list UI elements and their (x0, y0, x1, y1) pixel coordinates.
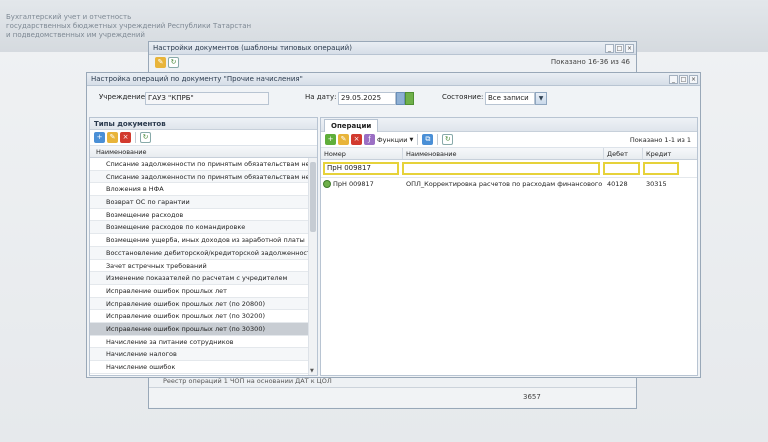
operations-filter-row: ПрН 009817 (321, 160, 697, 178)
number-filter-input[interactable]: ПрН 009817 (323, 162, 399, 175)
list-item[interactable]: Возмещение расходов по командировке (90, 221, 308, 235)
background-window-titlebar: Настройки документов (шаблоны типовых оп… (149, 42, 636, 55)
tab-operations[interactable]: Операции (324, 119, 379, 132)
column-credit[interactable]: Кредит (643, 148, 697, 159)
background-window-title: Настройки документов (шаблоны типовых оп… (153, 44, 352, 52)
doc-types-title: Типы документов (90, 118, 317, 130)
row-credit: 30315 (646, 180, 667, 188)
chevron-down-icon[interactable]: ▼ (535, 92, 547, 105)
list-item[interactable]: Списание задолженности по принятым обяза… (90, 170, 308, 184)
list-item[interactable]: Начисление за питание сотрудников (90, 336, 308, 349)
functions-icon[interactable]: ƒ (364, 134, 375, 145)
toolbar-separator (437, 134, 439, 145)
maximize-button[interactable]: □ (615, 43, 624, 53)
add-icon[interactable]: + (325, 134, 336, 145)
list-item-selected[interactable]: Исправление ошибок прошлых лет (по 30300… (90, 322, 308, 336)
list-item[interactable]: Возврат ОС по гарантии (90, 196, 308, 209)
date-label: На дату: (305, 93, 337, 101)
operations-panel: Операции + ✎ × ƒ Функции ▼ ⧉ ↻ Показано … (320, 117, 698, 376)
state-select[interactable]: Все записи (485, 92, 535, 105)
list-item[interactable]: Исправление ошибок прошлых лет (90, 285, 308, 298)
operations-grid-header: Номер Наименование Дебет Кредит (321, 148, 697, 160)
minimize-button[interactable]: _ (605, 43, 614, 53)
operations-shown-count: Показано 1-1 из 1 (629, 135, 691, 144)
toolbar-separator (417, 134, 419, 145)
background-bottom-bar: 3657 (149, 387, 636, 407)
refresh-icon[interactable]: ↻ (168, 56, 179, 68)
list-item[interactable]: Исправление ошибок прошлых лет (по 20800… (90, 297, 308, 311)
list-item[interactable]: Начисление ошибок (90, 361, 308, 374)
dialog-maximize-button[interactable]: □ (679, 74, 688, 84)
date-field[interactable]: 29.05.2025 (338, 92, 396, 105)
edit-icon[interactable]: ✎ (155, 56, 166, 68)
row-number: ПрН 009817 (333, 180, 374, 188)
background-bottom-value: 3657 (523, 393, 541, 401)
apply-date-icon[interactable] (405, 92, 414, 105)
institution-label: Учреждение: (99, 93, 148, 101)
row-debit: 40128 (607, 180, 628, 188)
edit-icon[interactable]: ✎ (338, 134, 349, 145)
header-line-2: государственных бюджетных учреждений Рес… (6, 22, 252, 30)
debit-filter-input[interactable] (603, 162, 640, 175)
credit-filter-input[interactable] (643, 162, 679, 175)
column-name[interactable]: Наименование (403, 148, 604, 159)
delete-icon[interactable]: × (351, 134, 362, 145)
row-number-cell: ПрН 009817 (321, 178, 403, 190)
table-row[interactable]: ПрН 009817 ОПЛ_Корректировка расчетов по… (321, 178, 697, 190)
edit-icon[interactable]: ✎ (107, 132, 118, 143)
close-button[interactable]: × (625, 43, 634, 53)
list-item[interactable]: Восстановление дебиторской/кредиторской … (90, 246, 308, 260)
dialog-title: Настройка операций по документу "Прочие … (91, 75, 303, 83)
functions-menu-button[interactable]: Функции (377, 136, 408, 144)
calendar-icon[interactable] (396, 92, 405, 105)
refresh-icon[interactable]: ↻ (442, 134, 454, 145)
doc-types-toolbar: + ✎ × ↻ (90, 130, 317, 146)
add-icon[interactable]: + (94, 132, 105, 143)
background-toolbar: ✎ ↻ Показано 16-36 из 46 (149, 55, 636, 69)
dialog-titlebar: Настройка операций по документу "Прочие … (87, 73, 700, 86)
column-number[interactable]: Номер (321, 148, 403, 159)
status-ok-icon (323, 180, 331, 188)
doc-types-column-header: Наименование (90, 146, 317, 158)
operations-dialog: Настройка операций по документу "Прочие … (86, 72, 701, 378)
list-item[interactable]: Списание задолженности по принятым обяза… (90, 158, 308, 171)
list-item[interactable]: Вложения в НФА (90, 183, 308, 197)
scrollbar-thumb[interactable] (310, 162, 316, 232)
refresh-icon[interactable]: ↻ (140, 132, 151, 143)
list-item[interactable]: Начисление налогов (90, 348, 308, 361)
chevron-down-icon[interactable]: ▼ (410, 137, 414, 143)
list-item[interactable]: Исправление ошибок прошлых лет (по 30200… (90, 310, 308, 323)
background-bottom-row: Реестр операций 1 ЧОП на основании ДАТ к… (163, 377, 332, 385)
dialog-minimize-button[interactable]: _ (669, 74, 678, 84)
app-logo-text: Бухгалтерский учет и отчетность государс… (6, 13, 251, 40)
scroll-down-icon[interactable]: ▼ (310, 368, 314, 374)
header-line-3: и подведомственных им учреждений (6, 31, 145, 39)
doc-types-panel: Типы документов + ✎ × ↻ Наименование Спи… (89, 117, 318, 376)
background-shown-count: Показано 16-36 из 46 (550, 58, 630, 66)
list-item[interactable]: Возмещение ущерба, иных доходов из зараб… (90, 234, 308, 247)
dialog-close-button[interactable]: × (689, 74, 698, 84)
row-name: ОПЛ_Корректировка расчетов по расходам ф… (406, 180, 604, 188)
name-filter-input[interactable] (402, 162, 600, 175)
institution-field[interactable]: ГАУЗ "КПРБ" (145, 92, 269, 105)
column-debit[interactable]: Дебет (604, 148, 643, 159)
doc-types-scrollbar[interactable]: ▼ (308, 158, 317, 375)
operations-tabbar: Операции (321, 118, 697, 132)
state-label: Состояние: (442, 93, 484, 101)
toolbar-separator (135, 132, 136, 143)
delete-icon[interactable]: × (120, 132, 131, 143)
copy-icon[interactable]: ⧉ (422, 134, 434, 145)
list-item[interactable]: Зачет встречных требований (90, 260, 308, 273)
operations-toolbar: + ✎ × ƒ Функции ▼ ⧉ ↻ Показано 1-1 из 1 (321, 132, 697, 148)
list-item[interactable]: Возмещение расходов (90, 209, 308, 222)
list-item[interactable]: Изменение показателей по расчетам с учре… (90, 272, 308, 285)
doc-types-list: Списание задолженности по принятым обяза… (90, 158, 317, 375)
header-line-1: Бухгалтерский учет и отчетность (6, 13, 132, 21)
